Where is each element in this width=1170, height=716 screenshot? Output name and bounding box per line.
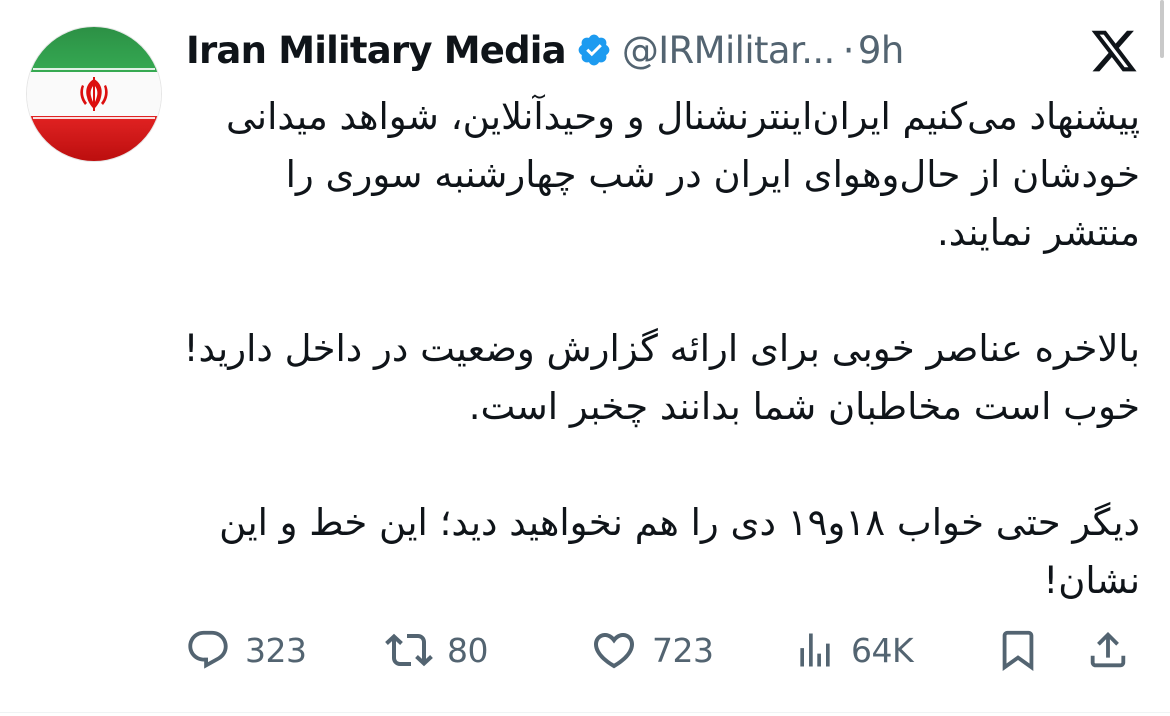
bookmark-icon: [1002, 630, 1034, 671]
post-time[interactable]: 9h: [858, 29, 904, 72]
heart-icon: [593, 633, 635, 669]
tweet-card[interactable]: Iran Military Media @IRMilitar... · 9h پ…: [0, 0, 1170, 716]
repost-icon: [385, 633, 433, 667]
scrollbar[interactable]: [1160, 0, 1164, 58]
tweet-paragraph: دیگر حتی خواب ۱۸و۱۹ دی را هم نخواهید دید…: [219, 501, 1140, 602]
separator-dot: ·: [842, 28, 855, 72]
divider: [0, 712, 1170, 713]
analytics-icon: [800, 633, 830, 667]
like-count: 723: [652, 630, 714, 670]
tweet-header: Iran Military Media @IRMilitar... · 9h: [186, 22, 904, 78]
tweet-paragraph: پیشنهاد می‌کنیم ایران‌اینترنشنال و وحیدآ…: [225, 95, 1140, 254]
views-count: 64K: [851, 630, 914, 670]
action-bar: 323 80 723 64K: [185, 620, 1140, 680]
reply-icon: [188, 630, 228, 669]
views-button[interactable]: 64K: [793, 620, 914, 680]
author-name[interactable]: Iran Military Media: [186, 29, 567, 72]
author-handle[interactable]: @IRMilitar...: [622, 29, 835, 72]
share-icon: [1090, 631, 1126, 668]
tweet-paragraph: بالاخره عناصر خوبی برای ارائه گزارش وضعی…: [183, 327, 1140, 428]
reply-button[interactable]: 323: [185, 620, 307, 680]
share-button[interactable]: [1085, 620, 1131, 680]
iran-flag-avatar-icon: [27, 27, 161, 161]
tweet-text: پیشنهاد می‌کنیم ایران‌اینترنشنال و وحیدآ…: [180, 88, 1140, 610]
like-button[interactable]: 723: [590, 620, 714, 680]
bookmark-button[interactable]: [995, 620, 1041, 680]
avatar[interactable]: [27, 27, 161, 161]
repost-button[interactable]: 80: [385, 620, 489, 680]
verified-badge-icon: [576, 32, 612, 68]
repost-count: 80: [447, 630, 489, 670]
reply-count: 323: [245, 630, 307, 670]
x-logo-icon[interactable]: [1089, 26, 1139, 76]
